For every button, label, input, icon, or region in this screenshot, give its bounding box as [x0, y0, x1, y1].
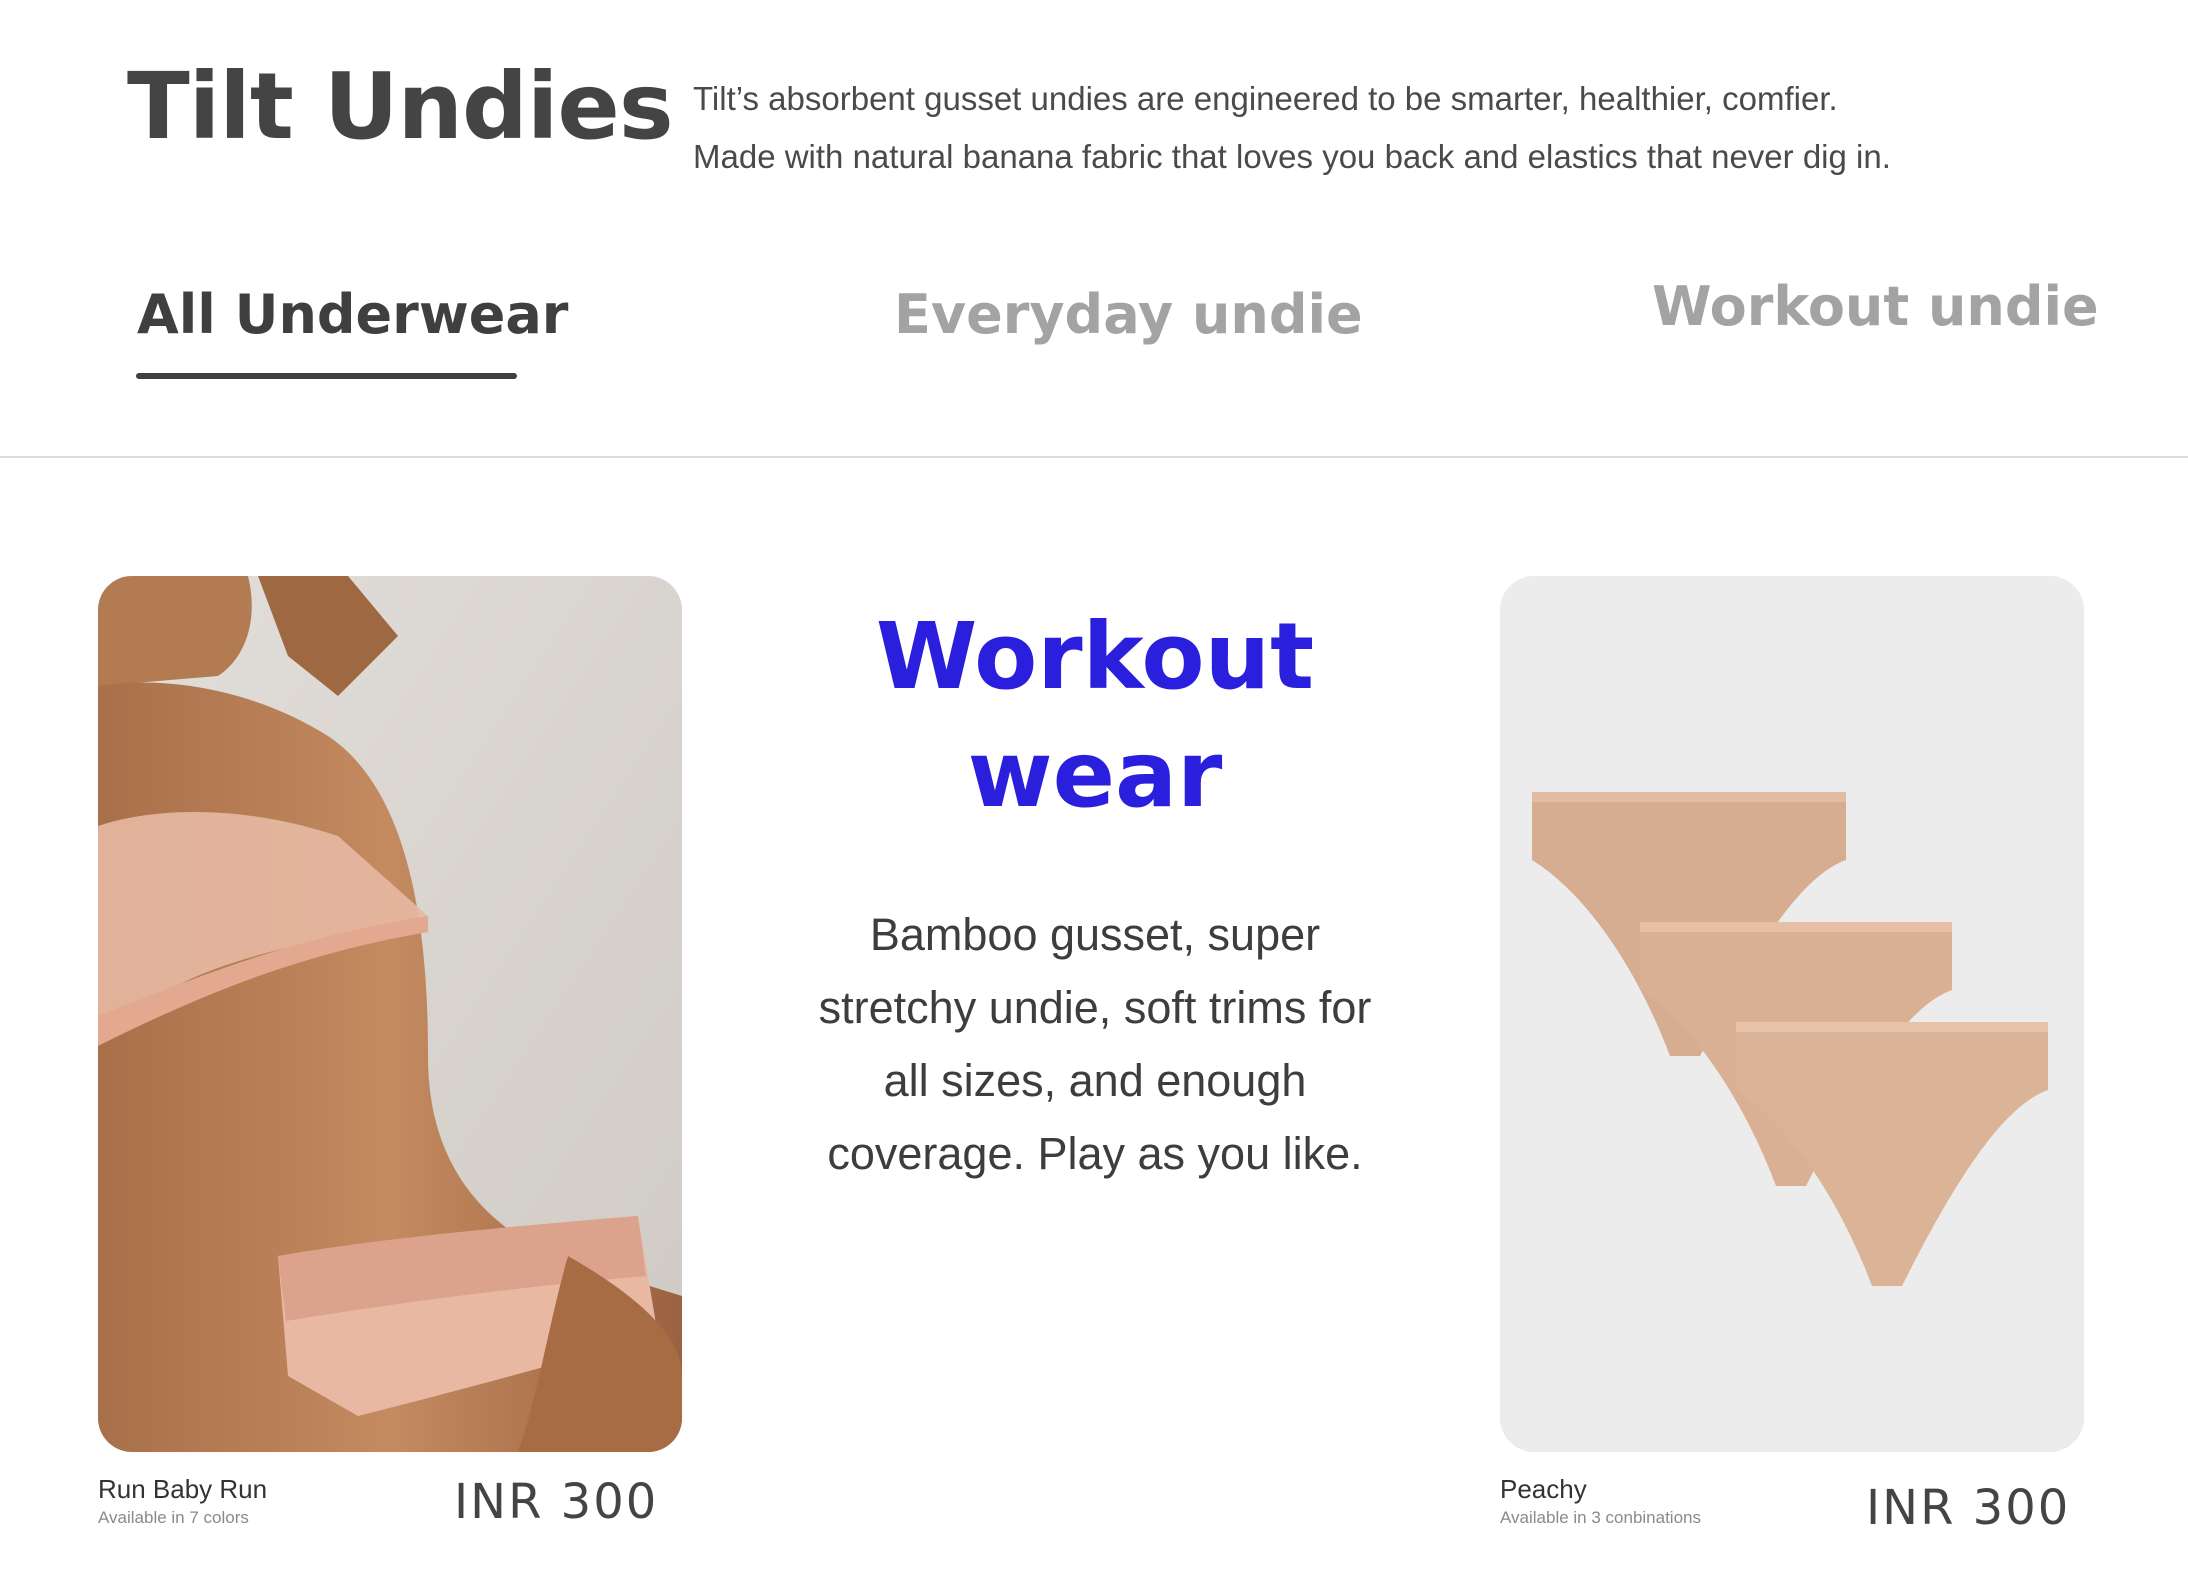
tab-workout-undie[interactable]: Workout undie [1652, 274, 2099, 340]
tab-everyday-undie[interactable]: Everyday undie [894, 282, 1363, 348]
category-tabs: All Underwear Everyday undie Workout und… [0, 0, 2188, 460]
model-photo-icon [98, 576, 682, 1452]
active-tab-indicator [136, 373, 517, 379]
feature-description-line: stretchy undie, soft trims for [818, 982, 1372, 1033]
feature-description-line: all sizes, and enough [883, 1055, 1307, 1106]
product-image-peachy[interactable] [1500, 576, 2084, 1452]
product-price: INR 300 [1866, 1480, 2071, 1536]
product-name[interactable]: Run Baby Run [98, 1474, 267, 1504]
tab-all-underwear[interactable]: All Underwear [137, 282, 568, 348]
product-availability: Available in 3 conbinations [1500, 1508, 1701, 1527]
product-image-run-baby-run[interactable] [98, 576, 682, 1452]
feature-description-line: coverage. Play as you like. [827, 1128, 1363, 1179]
feature-description: Bamboo gusset, super stretchy undie, sof… [740, 898, 1450, 1190]
feature-description-line: Bamboo gusset, super [869, 909, 1321, 960]
product-availability: Available in 7 colors [98, 1508, 249, 1527]
feature-title-line: Workout [875, 603, 1315, 710]
product-name[interactable]: Peachy [1500, 1474, 1587, 1504]
briefs-photo-icon [1500, 576, 2084, 1452]
product-price: INR 300 [454, 1474, 659, 1530]
feature-title: Workout wear [740, 598, 1450, 834]
section-divider [0, 456, 2188, 458]
feature-title-line: wear [967, 721, 1223, 828]
